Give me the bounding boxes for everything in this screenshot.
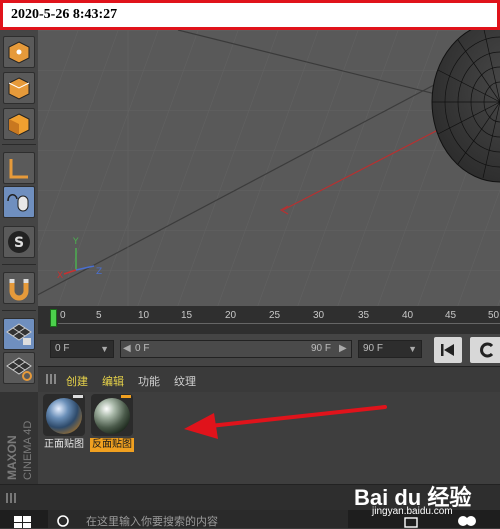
- chevron-left-icon: ◀: [123, 343, 131, 354]
- go-to-start-button[interactable]: [434, 337, 462, 363]
- viewport-3d[interactable]: Y Z X: [38, 30, 500, 306]
- tick-label: 45: [445, 310, 457, 321]
- maxon-logo: MAXON CINEMA 4D: [2, 421, 36, 480]
- frame-controls: 0 F ▼ ◀ 0 F 90 F ▶ 90 F ▼: [38, 334, 500, 366]
- menu-edit[interactable]: 编辑: [102, 373, 124, 389]
- tick-label: 0: [60, 310, 66, 321]
- watermark-url: jingyan.baidu.com: [372, 506, 453, 517]
- menu-texture[interactable]: 纹理: [174, 373, 196, 389]
- material-label: 反面贴图: [90, 438, 134, 452]
- grid-rotate-icon: [6, 357, 32, 381]
- cube-points-icon: [8, 41, 30, 64]
- panel-grip-icon: [6, 493, 16, 503]
- axis-icon: [9, 159, 28, 179]
- menu-create[interactable]: 创建: [66, 373, 88, 389]
- timeline-track: [58, 323, 500, 324]
- tick-label: 20: [225, 310, 237, 321]
- playhead[interactable]: [50, 309, 57, 327]
- material-front-texture[interactable]: 正面贴图: [42, 394, 86, 456]
- tick-label: 5: [96, 310, 102, 321]
- windows-start-icon[interactable]: [14, 516, 32, 528]
- mouse-icon: [7, 194, 29, 212]
- previous-key-button[interactable]: [470, 337, 500, 363]
- chevron-down-icon: ▼: [408, 344, 417, 354]
- magnet-icon: [9, 279, 29, 301]
- svg-text:Z: Z: [96, 267, 102, 277]
- panel-grip-icon[interactable]: [46, 374, 56, 384]
- cube-polygons-icon: [8, 113, 30, 136]
- end-frame-value: 90 F: [363, 343, 384, 354]
- svg-text:X: X: [57, 271, 63, 281]
- snap-button[interactable]: S: [3, 226, 35, 258]
- material-preview: [91, 394, 133, 436]
- previous-key-icon: [480, 342, 494, 358]
- edges-mode-button[interactable]: [3, 72, 35, 104]
- workplane-rotate-button[interactable]: [3, 352, 35, 384]
- chevron-down-icon: ▼: [100, 344, 109, 354]
- maxon-brand-strip: MAXON CINEMA 4D: [0, 392, 38, 484]
- menu-function[interactable]: 功能: [138, 373, 160, 389]
- tick-label: 35: [358, 310, 370, 321]
- material-back-texture[interactable]: 反面贴图: [90, 394, 134, 456]
- svg-text:Y: Y: [72, 237, 79, 247]
- start-frame-field[interactable]: 0 F ▼: [50, 340, 114, 358]
- range-end-value: 90 F: [311, 343, 332, 354]
- tick-label: 15: [181, 310, 193, 321]
- start-frame-value: 0 F: [55, 343, 70, 354]
- annotation-arrow: [184, 405, 387, 439]
- cube-edges-icon: [8, 77, 30, 100]
- tick-label: 30: [313, 310, 325, 321]
- timestamp-bar: 2020-5-26 8:43:27: [0, 0, 500, 30]
- axis-mode-button[interactable]: [3, 152, 35, 184]
- tweak-mode-button[interactable]: [3, 186, 35, 218]
- search-icon: [57, 515, 69, 527]
- tick-label: 50: [488, 310, 500, 321]
- svg-text:CINEMA 4D: CINEMA 4D: [22, 421, 34, 480]
- tick-label: 10: [138, 310, 150, 321]
- skip-to-start-icon: [441, 344, 454, 356]
- timestamp-text: 2020-5-26 8:43:27: [11, 7, 118, 22]
- material-preview: [43, 394, 85, 436]
- svg-text:MAXON: MAXON: [5, 435, 19, 480]
- grid-lock-icon: [6, 323, 32, 345]
- polygons-mode-button[interactable]: [3, 108, 35, 140]
- viewport-canvas[interactable]: Y Z X: [38, 30, 500, 306]
- magnet-button[interactable]: [3, 272, 35, 304]
- range-start-value: 0 F: [135, 343, 150, 354]
- end-frame-field[interactable]: 90 F ▼: [358, 340, 422, 358]
- left-toolbar: S: [0, 30, 38, 392]
- svg-text:S: S: [14, 235, 24, 251]
- tick-label: 25: [269, 310, 281, 321]
- timeline-ruler[interactable]: 0 5 10 15 20 25 30 35 40 45 50: [38, 306, 500, 334]
- snap-s-icon: S: [8, 231, 30, 253]
- search-placeholder: 在这里输入你要搜索的内容: [86, 515, 218, 528]
- material-manager-menu: 创建 编辑 功能 纹理: [38, 366, 500, 393]
- chevron-right-icon: ▶: [339, 343, 347, 354]
- material-label: 正面贴图: [44, 439, 84, 450]
- points-mode-button[interactable]: [3, 36, 35, 68]
- taskbar-search-box[interactable]: 在这里输入你要搜索的内容: [48, 510, 348, 528]
- tick-label: 40: [402, 310, 414, 321]
- workplane-lock-button[interactable]: [3, 318, 35, 350]
- preview-range-slider[interactable]: ◀ 0 F 90 F ▶: [120, 340, 352, 358]
- baidu-jingyan-watermark: Bai du 经验 jingyan.baidu.com: [350, 476, 500, 522]
